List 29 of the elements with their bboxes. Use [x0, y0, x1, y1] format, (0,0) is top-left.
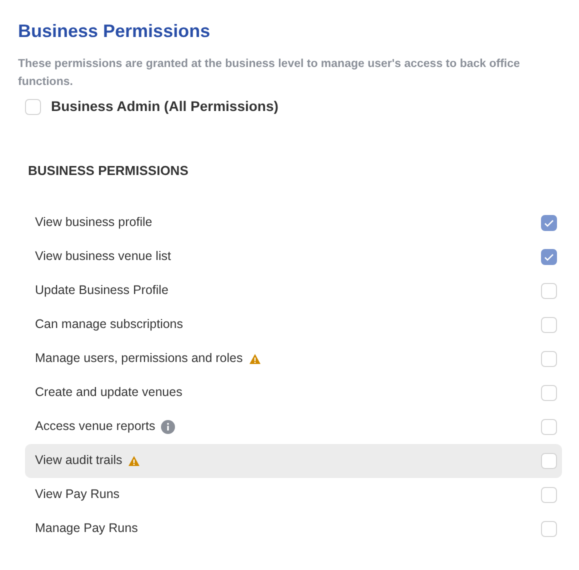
checkbox[interactable] [25, 98, 41, 114]
permission-label: Create and update venues [35, 384, 182, 402]
permission-label: View business venue list [35, 248, 171, 266]
checkbox[interactable] [541, 384, 557, 400]
permission-label: View Pay Runs [35, 486, 120, 504]
permission-label: Can manage subscriptions [35, 316, 183, 334]
permission-label: Manage Pay Runs [35, 520, 138, 538]
info-icon [161, 420, 176, 434]
warning-icon [248, 352, 261, 364]
checkbox[interactable] [541, 214, 557, 230]
section-heading: BUSINESS PERMISSIONS [28, 162, 190, 180]
checkbox[interactable] [541, 486, 557, 502]
checkbox[interactable] [541, 452, 557, 468]
permission-label: View business profile [35, 214, 152, 232]
warning-icon [128, 454, 140, 466]
permission-label: View audit trails [35, 452, 122, 470]
checkbox[interactable] [541, 248, 557, 264]
checkbox[interactable] [541, 520, 557, 536]
permission-label: Access venue reports [35, 418, 156, 436]
checkbox[interactable] [541, 316, 557, 332]
permission-label: Update Business Profile [35, 282, 168, 300]
description: These permissions are granted at the business level to manage user's access to back office functions. [18, 57, 521, 90]
checkbox[interactable] [541, 282, 557, 298]
checkbox[interactable] [541, 350, 557, 366]
checkbox[interactable] [541, 418, 557, 434]
permission-label: Manage users, permissions and roles [35, 350, 243, 368]
permission-row[interactable]: View audit trails [25, 444, 562, 478]
admin-label: Business Admin (All Permissions) [51, 97, 278, 116]
page-title: Business Permissions [18, 20, 212, 43]
